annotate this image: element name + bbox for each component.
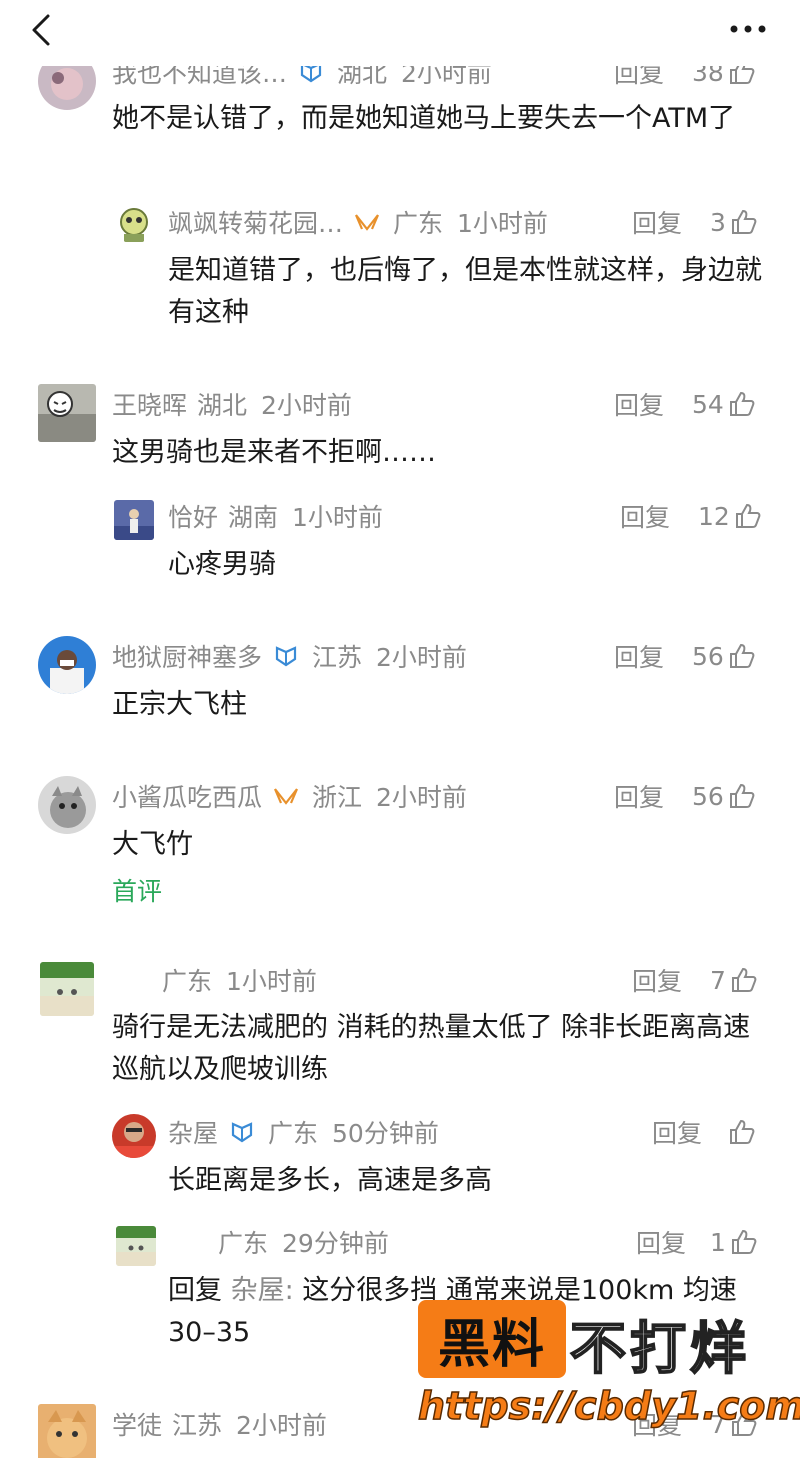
thumbs-up-icon[interactable] bbox=[728, 1118, 756, 1146]
comment-meta: 广东 1小时前 bbox=[152, 960, 317, 1000]
like-count: 54 bbox=[692, 389, 724, 419]
comment-text: 大飞竹 bbox=[112, 829, 193, 860]
avatar[interactable] bbox=[114, 204, 154, 244]
comment-actions: 回复 7 bbox=[632, 960, 758, 1000]
comment-meta: 飒飒转菊花园… 广东 1小时前 bbox=[168, 202, 548, 242]
more-button[interactable] bbox=[726, 14, 770, 44]
top-nav-bar bbox=[0, 0, 800, 66]
watermark-tagline: 不打烊 bbox=[569, 1316, 750, 1383]
timestamp: 50分钟前 bbox=[332, 1119, 439, 1148]
location: 江苏 bbox=[312, 643, 363, 672]
location: 广东 bbox=[268, 1119, 319, 1148]
comment-meta: 小酱瓜吃西瓜 浙江 2小时前 bbox=[112, 776, 467, 816]
comment-text: 她不是认错了，而是她知道她马上要失去一个ATM了 bbox=[112, 103, 736, 134]
location: 广东 bbox=[393, 209, 444, 238]
timestamp: 2小时前 bbox=[376, 643, 467, 672]
location: 湖南 bbox=[228, 503, 279, 532]
avatar[interactable] bbox=[112, 1114, 156, 1158]
thumbs-up-icon[interactable] bbox=[728, 390, 756, 418]
location: 广东 bbox=[218, 1229, 269, 1258]
username[interactable]: 地狱厨神塞多 bbox=[112, 638, 262, 674]
comment-actions: 回复 3 bbox=[632, 202, 758, 242]
comment-actions: 回复 1 bbox=[636, 1222, 758, 1262]
comment-actions: 回复 12 bbox=[620, 496, 762, 536]
avatar[interactable] bbox=[38, 1404, 96, 1458]
like-count: 56 bbox=[692, 641, 724, 671]
avatar[interactable] bbox=[38, 636, 96, 694]
location: 广东 bbox=[162, 967, 213, 996]
comment-actions: 回复 56 bbox=[614, 636, 756, 676]
comment-meta: 学徒 江苏 2小时前 bbox=[112, 1404, 327, 1444]
orange-badge-icon bbox=[272, 784, 300, 808]
back-button[interactable] bbox=[24, 10, 64, 50]
blue-badge-icon bbox=[272, 644, 300, 668]
comment-text: 心疼男骑 bbox=[168, 549, 276, 580]
avatar[interactable] bbox=[40, 962, 94, 1016]
blue-badge-icon bbox=[228, 1120, 256, 1144]
like-count: 1 bbox=[710, 1227, 726, 1257]
reply-button[interactable]: 回复 bbox=[632, 962, 682, 998]
reply-button[interactable]: 回复 bbox=[632, 204, 682, 240]
location: 浙江 bbox=[312, 783, 363, 812]
reply-button[interactable]: 回复 bbox=[614, 386, 664, 422]
location: 湖北 bbox=[197, 391, 248, 420]
reply-button[interactable]: 回复 bbox=[614, 638, 664, 674]
avatar[interactable] bbox=[116, 1226, 156, 1266]
username[interactable]: 王晓晖 bbox=[112, 386, 187, 422]
thumbs-up-icon[interactable] bbox=[728, 782, 756, 810]
orange-badge-icon bbox=[353, 210, 381, 234]
comment-actions: 回复 bbox=[652, 1112, 756, 1152]
comment-text: 正宗大飞柱 bbox=[112, 689, 247, 720]
reply-button[interactable]: 回复 bbox=[620, 498, 670, 534]
watermark: 黑料 不打烊 https://cbdy1.com bbox=[417, 1300, 800, 1440]
reply-button[interactable]: 回复 bbox=[614, 778, 664, 814]
avatar[interactable] bbox=[38, 776, 96, 834]
timestamp: 2小时前 bbox=[236, 1411, 327, 1440]
like-count: 56 bbox=[692, 781, 724, 811]
watermark-box: 黑料 bbox=[418, 1300, 566, 1378]
username[interactable]: 小酱瓜吃西瓜 bbox=[112, 778, 262, 814]
timestamp: 1小时前 bbox=[457, 209, 548, 238]
timestamp: 2小时前 bbox=[261, 391, 352, 420]
timestamp: 2小时前 bbox=[376, 783, 467, 812]
like-count: 7 bbox=[710, 965, 726, 995]
chevron-left-icon bbox=[32, 14, 50, 46]
like-count: 3 bbox=[710, 207, 726, 237]
comment-text: 是知道错了，也后悔了，但是本性就这样，身边就有这种 bbox=[168, 255, 762, 328]
thumbs-up-icon[interactable] bbox=[730, 966, 758, 994]
like-count: 12 bbox=[698, 501, 730, 531]
comment-text: 这男骑也是来者不拒啊…… bbox=[112, 437, 436, 468]
comment-meta: 广东 29分钟前 bbox=[208, 1222, 389, 1262]
comment-text: 长距离是多长，高速是多高 bbox=[168, 1165, 492, 1196]
watermark-url: https://cbdy1.com bbox=[417, 1383, 800, 1429]
first-comment-tag: 首评 bbox=[112, 877, 163, 906]
avatar[interactable] bbox=[38, 384, 96, 442]
thumbs-up-icon[interactable] bbox=[734, 502, 762, 530]
comment-list: 我也不知道该… 湖北 2小时前 回复 38 她不是认错了，而是她知道她马上要失去… bbox=[0, 0, 800, 1458]
timestamp: 1小时前 bbox=[226, 967, 317, 996]
username[interactable]: 飒飒转菊花园… bbox=[168, 204, 343, 240]
timestamp: 29分钟前 bbox=[282, 1229, 389, 1258]
location: 江苏 bbox=[172, 1411, 223, 1440]
comment-meta: 地狱厨神塞多 江苏 2小时前 bbox=[112, 636, 467, 676]
reply-to-user[interactable]: 杂屋: bbox=[231, 1275, 294, 1306]
reply-button[interactable]: 回复 bbox=[652, 1114, 702, 1150]
avatar[interactable] bbox=[114, 500, 154, 540]
more-dots-icon bbox=[730, 25, 766, 33]
username[interactable]: 学徒 bbox=[112, 1406, 162, 1442]
timestamp: 1小时前 bbox=[292, 503, 383, 532]
thumbs-up-icon[interactable] bbox=[730, 208, 758, 236]
comment-actions: 回复 54 bbox=[614, 384, 756, 424]
username[interactable]: 杂屋 bbox=[168, 1114, 218, 1150]
comment-actions: 回复 56 bbox=[614, 776, 756, 816]
reply-button[interactable]: 回复 bbox=[636, 1224, 686, 1260]
thumbs-up-icon[interactable] bbox=[730, 1228, 758, 1256]
username[interactable]: 恰好 bbox=[168, 498, 218, 534]
comment-meta: 恰好 湖南 1小时前 bbox=[168, 496, 383, 536]
thumbs-up-icon[interactable] bbox=[728, 642, 756, 670]
comment-meta: 杂屋 广东 50分钟前 bbox=[168, 1112, 439, 1152]
comment-text: 骑行是无法减肥的 消耗的热量太低了 除非长距离高速巡航以及爬坡训练 bbox=[112, 1012, 751, 1085]
reply-prefix: 回复 bbox=[168, 1275, 222, 1306]
comment-meta: 王晓晖 湖北 2小时前 bbox=[112, 384, 352, 424]
